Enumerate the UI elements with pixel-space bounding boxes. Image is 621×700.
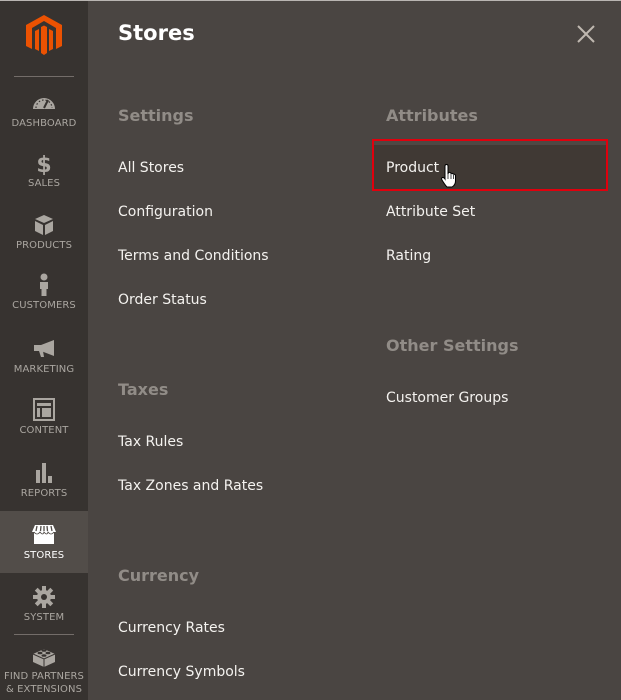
hand-pointer-cursor-icon [441,164,456,188]
sidebar-item-products[interactable]: PRODUCTS [0,213,88,275]
sidebar-item-content[interactable]: CONTENT [0,398,88,460]
bar-chart-icon [36,463,52,483]
menu-link-all-stores[interactable]: All Stores [118,160,184,176]
menu-link-terms-and-conditions[interactable]: Terms and Conditions [118,248,269,264]
dollar-icon: $ [36,153,51,175]
section-title-taxes: Taxes [118,380,169,399]
gear-icon [33,586,55,608]
admin-sidebar: DASHBOARD $ SALES PRODUCTS CUSTOMERS MAR… [0,1,88,700]
menu-link-rating[interactable]: Rating [386,248,431,264]
sidebar-label: SYSTEM [23,612,65,623]
menu-link-order-status[interactable]: Order Status [118,292,207,308]
svg-text:$: $ [36,153,51,175]
sidebar-item-customers[interactable]: CUSTOMERS [0,273,88,335]
sidebar-label: PRODUCTS [15,240,73,251]
menu-link-tax-zones-and-rates[interactable]: Tax Zones and Rates [118,478,263,494]
sidebar-item-sales[interactable]: $ SALES [0,151,88,213]
megaphone-icon [34,340,54,357]
sidebar-divider [14,634,74,635]
menu-link-attribute-set[interactable]: Attribute Set [386,204,475,220]
sidebar-label: STORES [23,550,65,561]
magento-logo-icon[interactable] [25,15,63,55]
layout-icon [33,398,55,421]
person-icon [40,273,48,296]
section-title-settings: Settings [118,106,194,125]
sidebar-label: CONTENT [19,425,69,436]
menu-link-tax-rules[interactable]: Tax Rules [118,434,183,450]
sidebar-item-system[interactable]: SYSTEM [0,585,88,647]
sidebar-item-stores[interactable]: STORES [0,511,88,573]
panel-title: Stores [118,21,195,45]
sidebar-item-marketing[interactable]: MARKETING [0,337,88,399]
admin-window: DASHBOARD $ SALES PRODUCTS CUSTOMERS MAR… [0,0,621,700]
menu-link-customer-groups[interactable]: Customer Groups [386,390,508,406]
sidebar-label: MARKETING [13,364,75,375]
menu-link-product[interactable]: Product [386,160,439,176]
dashboard-icon [33,98,55,109]
menu-link-currency-symbols[interactable]: Currency Symbols [118,664,245,680]
sidebar-label: CUSTOMERS [12,300,76,311]
sidebar-item-dashboard[interactable]: DASHBOARD [0,91,88,153]
storefront-icon [32,525,56,544]
sidebar-label: SALES [27,178,61,189]
section-title-attributes: Attributes [386,106,478,125]
menu-link-currency-rates[interactable]: Currency Rates [118,620,225,636]
sidebar-label: & EXTENSIONS [5,684,83,695]
sidebar-label: FIND PARTNERS [3,671,85,682]
section-title-currency: Currency [118,566,200,585]
section-title-other-settings: Other Settings [386,336,519,355]
lego-brick-icon [32,649,56,667]
sidebar-label: DASHBOARD [11,118,77,129]
sidebar-item-find-partners[interactable]: FIND PARTNERS & EXTENSIONS [0,645,88,700]
box-icon [35,215,53,235]
close-icon[interactable] [574,22,598,46]
menu-link-configuration[interactable]: Configuration [118,204,213,220]
sidebar-label: REPORTS [20,488,68,499]
sidebar-divider [14,76,74,77]
